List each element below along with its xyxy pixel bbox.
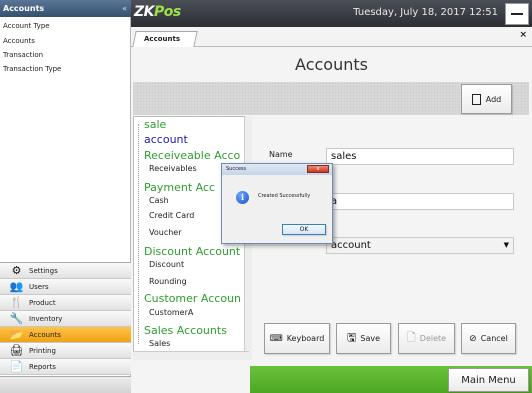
tree-node[interactable]: Voucher bbox=[149, 228, 182, 237]
module-label: Product bbox=[29, 298, 56, 307]
keyboard-button-label: Keyboard bbox=[286, 334, 325, 343]
module-inventory[interactable]: 🔧 Inventory bbox=[0, 311, 131, 327]
module-product[interactable]: 🍴 Product bbox=[0, 295, 131, 311]
tree-node[interactable]: Receivables bbox=[149, 164, 197, 173]
printer-icon: 🖨 bbox=[9, 344, 24, 357]
tree-horizontal-scrollbar[interactable] bbox=[133, 351, 249, 360]
sidebar-item-account-type[interactable]: Account Type bbox=[3, 22, 50, 30]
cancel-icon: ⊘ bbox=[469, 333, 477, 344]
minimize-button[interactable] bbox=[505, 3, 529, 25]
users-icon: 👥 bbox=[9, 280, 24, 293]
tab-strip: Accounts × bbox=[131, 27, 532, 47]
module-label: Reports bbox=[29, 362, 56, 371]
tree-node[interactable]: Receiveable Acco bbox=[144, 149, 240, 162]
tree-node[interactable]: Sales bbox=[149, 339, 170, 348]
tree-connector bbox=[138, 124, 139, 344]
tree-node[interactable]: account bbox=[144, 133, 188, 146]
save-button-label: Save bbox=[360, 334, 380, 343]
tree-node[interactable]: Rounding bbox=[149, 277, 187, 286]
module-label: Accounts bbox=[29, 330, 61, 339]
module-label: Printing bbox=[29, 346, 56, 355]
delete-button-label: Delete bbox=[419, 334, 447, 343]
module-accounts[interactable]: 📂 Accounts bbox=[0, 327, 131, 343]
tree-node[interactable]: Discount bbox=[149, 260, 184, 269]
dialog-close-button[interactable]: x bbox=[307, 165, 329, 173]
chevron-down-icon: ▼ bbox=[503, 241, 509, 249]
module-label: Settings bbox=[29, 266, 58, 275]
tree-node[interactable]: CustomerA bbox=[149, 308, 193, 317]
page-title: Accounts bbox=[295, 55, 368, 74]
dialog-titlebar: Success x bbox=[222, 164, 332, 175]
module-label: Inventory bbox=[29, 314, 63, 323]
floppy-icon: 🖫 bbox=[346, 331, 357, 344]
datetime-display: Tuesday, July 18, 2017 12:51 bbox=[353, 7, 498, 18]
name-label: Name bbox=[269, 150, 293, 159]
name-field[interactable]: sales bbox=[326, 148, 514, 165]
folder-icon: 📂 bbox=[9, 328, 24, 341]
cutlery-icon: 🍴 bbox=[9, 296, 24, 309]
sidebar-title: Accounts bbox=[3, 4, 45, 13]
module-printing[interactable]: 🖨 Printing bbox=[0, 343, 131, 359]
tree-node[interactable]: Discount Account bbox=[144, 245, 240, 258]
tree-node[interactable]: Cash bbox=[149, 196, 169, 205]
tab-accounts[interactable]: Accounts bbox=[132, 31, 198, 47]
delete-button[interactable]: 🗋 Delete bbox=[398, 323, 455, 354]
report-icon: 📄 bbox=[9, 360, 24, 373]
dialog-title: Success bbox=[226, 166, 247, 172]
sidebar-item-accounts[interactable]: Accounts bbox=[3, 37, 35, 45]
module-list: ⚙ Settings 👥 Users 🍴 Product 🔧 Inventory 📂 Ac… bbox=[0, 262, 131, 376]
cancel-button-label: Cancel bbox=[480, 334, 508, 343]
gear-icon: ⚙ bbox=[11, 264, 22, 277]
success-dialog: Success x i Created Successfully OK bbox=[221, 163, 333, 244]
app-logo: ZKPos bbox=[134, 4, 181, 20]
dialog-message: Created Successfully bbox=[258, 193, 311, 199]
collapse-icon[interactable]: « bbox=[122, 0, 127, 17]
account-type-select[interactable]: account ▼ bbox=[326, 237, 514, 254]
cancel-button[interactable]: ⊘ Cancel bbox=[461, 323, 516, 354]
tree-node[interactable]: sale bbox=[144, 118, 166, 131]
main-menu-button[interactable]: Main Menu bbox=[448, 368, 529, 392]
keyboard-button[interactable]: ⌨ Keyboard bbox=[264, 323, 330, 354]
module-label: Users bbox=[29, 282, 49, 291]
add-document-icon bbox=[471, 93, 481, 105]
module-users[interactable]: 👥 Users bbox=[0, 279, 131, 295]
tab-label: Accounts bbox=[144, 35, 181, 43]
save-button[interactable]: 🖫 Save bbox=[336, 323, 391, 354]
module-reports[interactable]: 📄 Reports bbox=[0, 359, 131, 375]
logo-main: ZK bbox=[134, 4, 155, 20]
ok-button[interactable]: OK bbox=[282, 224, 326, 235]
tree-node[interactable]: Customer Accoun bbox=[144, 292, 241, 305]
wrench-icon: 🔧 bbox=[9, 312, 24, 325]
add-button-label: Add bbox=[485, 94, 502, 104]
description-field[interactable]: a bbox=[326, 193, 514, 210]
delete-document-icon: 🗋 bbox=[406, 331, 416, 344]
sidebar-item-transaction-type[interactable]: Transaction Type bbox=[3, 65, 61, 73]
sidebar-header: Accounts « bbox=[0, 0, 131, 17]
minimize-icon bbox=[511, 13, 523, 15]
module-settings[interactable]: ⚙ Settings bbox=[0, 263, 131, 279]
select-value: account bbox=[331, 240, 371, 251]
keyboard-icon: ⌨ bbox=[269, 333, 283, 344]
tab-close-icon[interactable]: × bbox=[519, 30, 527, 40]
tree-node[interactable]: Credit Card bbox=[149, 211, 194, 220]
tree-node[interactable]: Sales Accounts bbox=[144, 324, 227, 337]
add-button[interactable]: Add bbox=[461, 84, 512, 114]
info-icon: i bbox=[236, 191, 249, 204]
top-bar: ZKPos Tuesday, July 18, 2017 12:51 bbox=[131, 0, 532, 27]
sidebar-item-transaction[interactable]: Transaction bbox=[3, 51, 43, 59]
sidebar-footer bbox=[0, 376, 131, 393]
tree-node[interactable]: Payment Acc bbox=[144, 181, 215, 194]
logo-accent: Pos bbox=[154, 4, 181, 20]
